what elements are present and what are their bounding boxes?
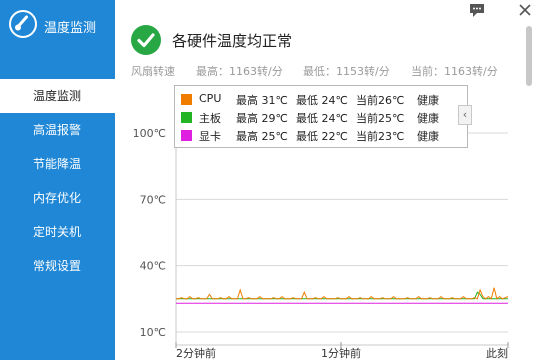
legend-current: 当前25℃ (356, 112, 405, 125)
series-line-cpu (176, 287, 509, 300)
chart-series (176, 287, 509, 304)
chart-legend: CPU 最高 31℃ 最低 24℃ 当前26℃ 健康 主板 最高 29℃ 最低 … (174, 85, 468, 148)
legend-max: 最高 25℃ (236, 130, 288, 143)
legend-swatch-gpu (181, 130, 192, 141)
chevron-left-icon[interactable]: ‹ (458, 105, 472, 125)
legend-name: 主板 (199, 112, 221, 125)
scrollbar-thumb[interactable] (526, 26, 532, 86)
legend-name: 显卡 (199, 130, 221, 143)
series-line-motherboard (176, 291, 508, 300)
y-tick-label: 40℃ (140, 260, 166, 273)
y-tick-label: 100℃ (133, 127, 166, 140)
legend-min: 最低 22℃ (296, 130, 348, 143)
legend-status: 健康 (417, 130, 439, 143)
legend-current: 当前26℃ (356, 94, 405, 107)
x-axis-labels: 2分钟前 1分钟前 此刻 (176, 346, 508, 360)
legend-max: 最高 31℃ (236, 94, 288, 107)
legend-swatch-cpu (181, 94, 192, 105)
legend-min: 最低 24℃ (296, 112, 348, 125)
temperature-chart: 100℃ 70℃ 40℃ 10℃ 2分钟前 1分钟前 此刻 (133, 100, 509, 360)
x-axis-label: 1分钟前 (321, 346, 361, 360)
legend-status: 健康 (417, 112, 439, 125)
y-tick-label: 10℃ (140, 326, 166, 339)
vertical-scrollbar[interactable] (526, 22, 532, 352)
legend-max: 最高 29℃ (236, 112, 288, 125)
legend-name: CPU (199, 92, 222, 105)
y-axis-ticks: 100℃ 70℃ 40℃ 10℃ (133, 127, 166, 339)
x-axis-label: 此刻 (486, 346, 508, 360)
legend-status: 健康 (417, 94, 439, 107)
legend-current: 当前23℃ (356, 130, 405, 143)
y-tick-label: 70℃ (140, 193, 166, 206)
legend-min: 最低 24℃ (296, 94, 348, 107)
x-axis-label: 2分钟前 (176, 346, 216, 360)
legend-swatch-motherboard (181, 112, 192, 123)
